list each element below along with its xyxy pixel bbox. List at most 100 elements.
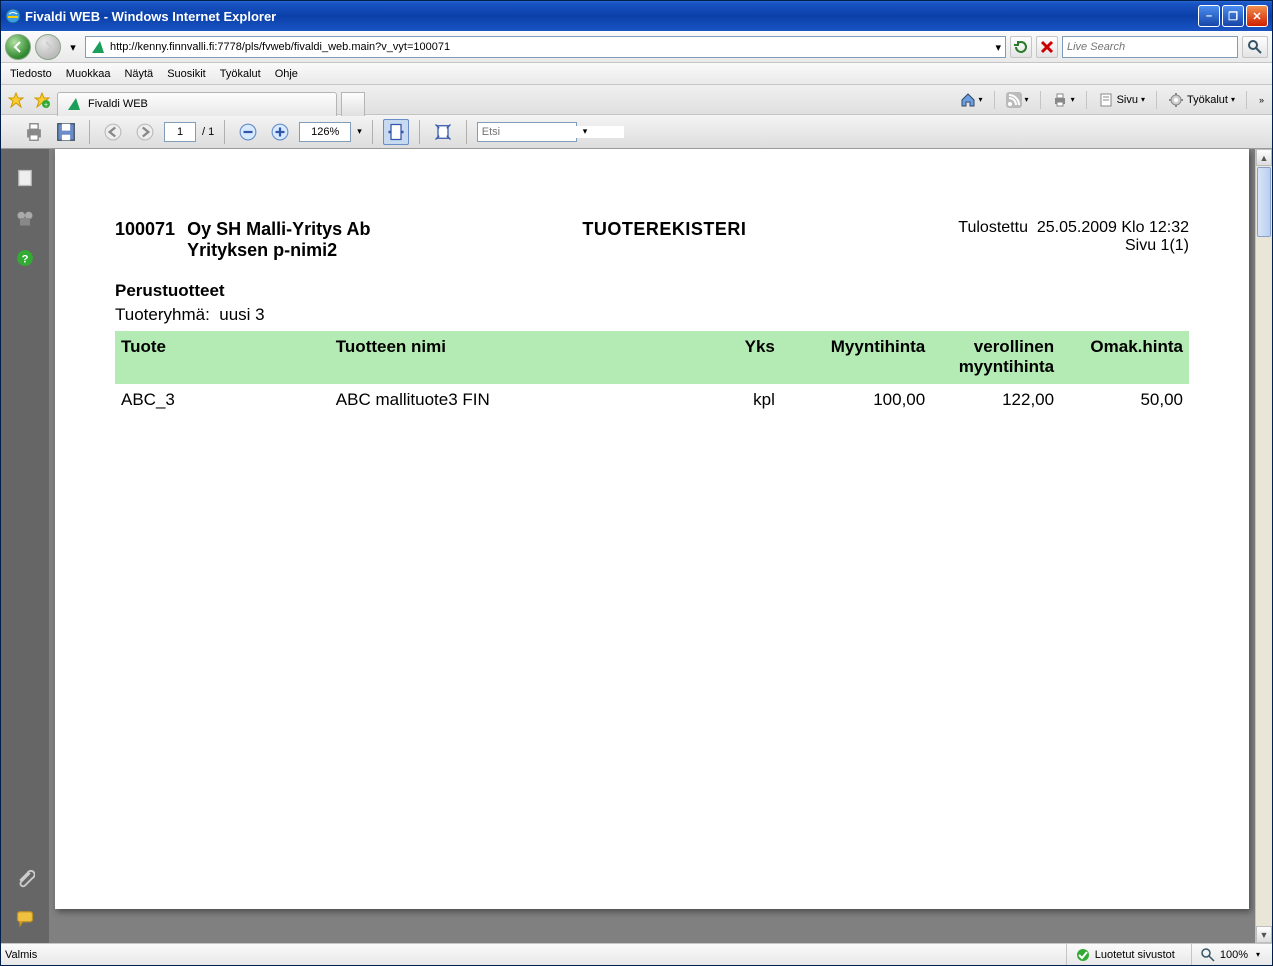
attachments-panel-icon[interactable] — [14, 867, 36, 889]
report-printed-value: 25.05.2009 Klo 12:32 — [1037, 219, 1189, 236]
tabs-toolbar: + Fivaldi WEB ▾ ▾ ▾ Sivu ▾ — [1, 85, 1272, 115]
cell-price: 100,00 — [781, 384, 931, 417]
svg-text:+: + — [44, 102, 48, 108]
pdf-find-dropdown[interactable]: ▾ — [583, 126, 588, 137]
tools-menu-label: Työkalut — [1187, 94, 1228, 106]
table-row: ABC_3 ABC mallituote3 FIN kpl 100,00 122… — [115, 384, 1189, 417]
search-input[interactable] — [1067, 41, 1233, 53]
cell-cost: 50,00 — [1060, 384, 1189, 417]
stop-button[interactable] — [1036, 36, 1058, 58]
search-box[interactable] — [1062, 36, 1238, 58]
report-org-name2: Yrityksen p-nimi2 — [187, 240, 370, 261]
menu-ohje[interactable]: Ohje — [268, 65, 305, 83]
home-button[interactable]: ▾ — [957, 90, 986, 110]
menu-tyokalut[interactable]: Työkalut — [213, 65, 268, 83]
col-yks: Yks — [695, 331, 781, 384]
pdf-next-page-button[interactable] — [132, 119, 158, 145]
status-zoom-label: 100% — [1220, 949, 1248, 961]
scroll-track[interactable] — [1256, 238, 1272, 926]
maximize-button[interactable]: ❐ — [1222, 5, 1244, 27]
pdf-find-box[interactable] — [477, 122, 577, 142]
back-button[interactable] — [5, 34, 31, 60]
status-text: Valmis — [5, 949, 37, 961]
pdf-page-total: / 1 — [202, 126, 214, 138]
pdf-fit-width-button[interactable] — [383, 119, 409, 145]
pdf-zoom-dropdown[interactable]: ▾ — [357, 126, 362, 137]
pdf-toolbar: / 1 ▾ ▾ — [1, 115, 1272, 149]
pdf-print-button[interactable] — [21, 119, 47, 145]
status-zoom-cell[interactable]: 100% ▾ — [1191, 944, 1268, 965]
address-dropdown-icon[interactable]: ▾ — [995, 41, 1001, 54]
pdf-prev-page-button[interactable] — [100, 119, 126, 145]
status-security-label: Luotetut sivustot — [1095, 949, 1175, 961]
toolbar-chevron[interactable]: » — [1255, 95, 1268, 105]
page-menu-button[interactable]: Sivu ▾ — [1095, 90, 1148, 110]
report-printed-label: Tulostettu — [958, 219, 1028, 236]
report-page: 100071 Oy SH Malli-Yritys Ab Yrityksen p… — [55, 149, 1249, 909]
report-group-label: Tuoteryhmä: — [115, 305, 210, 324]
pdf-zoom-in-button[interactable] — [267, 119, 293, 145]
menu-bar: Tiedosto Muokkaa Näytä Suosikit Työkalut… — [1, 63, 1272, 85]
col-omakhinta: Omak.hinta — [1060, 331, 1189, 384]
refresh-button[interactable] — [1010, 36, 1032, 58]
close-button[interactable]: ✕ — [1246, 5, 1268, 27]
scroll-down-button[interactable]: ▼ — [1256, 926, 1272, 943]
tab-fivaldi-web[interactable]: Fivaldi WEB — [57, 92, 337, 116]
report-org-code: 100071 — [115, 219, 175, 261]
help-panel-icon[interactable]: ? — [14, 247, 36, 269]
tab-label: Fivaldi WEB — [88, 98, 148, 110]
window-title: Fivaldi WEB - Windows Internet Explorer — [25, 9, 1196, 24]
pdf-save-button[interactable] — [53, 119, 79, 145]
forward-button[interactable] — [35, 34, 61, 60]
scroll-up-button[interactable]: ▲ — [1256, 149, 1272, 166]
pages-panel-icon[interactable] — [14, 167, 36, 189]
fivaldi-favicon — [90, 39, 106, 55]
document-viewport[interactable]: 100071 Oy SH Malli-Yritys Ab Yrityksen p… — [49, 149, 1255, 943]
search-go-button[interactable] — [1242, 36, 1268, 58]
bookmarks-panel-icon[interactable] — [14, 207, 36, 229]
add-favorite-button[interactable]: + — [31, 89, 53, 111]
nav-history-dropdown[interactable]: ▾ — [65, 34, 81, 60]
address-input[interactable] — [110, 41, 991, 53]
status-bar: Valmis Luotetut sivustot 100% ▾ — [1, 943, 1272, 965]
cell-price-vat: 122,00 — [931, 384, 1060, 417]
report-group-value: uusi 3 — [219, 305, 264, 324]
pdf-find-input[interactable] — [482, 126, 624, 138]
menu-suosikit[interactable]: Suosikit — [160, 65, 213, 83]
col-tuotteen-nimi: Tuotteen nimi — [330, 331, 695, 384]
new-tab-button[interactable] — [341, 92, 365, 116]
report-table: Tuote Tuotteen nimi Yks Myyntihinta vero… — [115, 331, 1189, 416]
print-button[interactable]: ▾ — [1049, 90, 1078, 110]
address-bar[interactable]: ▾ — [85, 36, 1006, 58]
content-area: ? 100071 Oy SH Malli-Yritys Ab Yrit — [1, 149, 1272, 943]
report-section-title: Perustuotteet — [115, 281, 1189, 301]
col-myyntihinta: Myyntihinta — [781, 331, 931, 384]
minimize-button[interactable]: – — [1198, 5, 1220, 27]
pdf-zoom-input[interactable] — [299, 122, 351, 142]
pdf-fit-page-button[interactable] — [430, 119, 456, 145]
pdf-sidebar: ? — [1, 149, 49, 943]
menu-tiedosto[interactable]: Tiedosto — [3, 65, 59, 83]
comments-panel-icon[interactable] — [14, 907, 36, 929]
page-menu-label: Sivu — [1117, 94, 1138, 106]
window-titlebar: Fivaldi WEB - Windows Internet Explorer … — [1, 1, 1272, 31]
favorites-star-button[interactable] — [5, 89, 27, 111]
cell-unit: kpl — [695, 384, 781, 417]
ie-icon — [5, 8, 21, 24]
col-verollinen-myyntihinta: verollinen myyntihinta — [931, 331, 1060, 384]
nav-toolbar: ▾ ▾ — [1, 31, 1272, 63]
pdf-page-input[interactable] — [164, 122, 196, 142]
col-tuote: Tuote — [115, 331, 330, 384]
svg-text:?: ? — [22, 254, 29, 266]
vertical-scrollbar[interactable]: ▲ ▼ — [1255, 149, 1272, 943]
menu-muokkaa[interactable]: Muokkaa — [59, 65, 118, 83]
status-security-cell[interactable]: Luotetut sivustot — [1066, 944, 1183, 965]
pdf-zoom-out-button[interactable] — [235, 119, 261, 145]
report-page-label: Sivu 1(1) — [958, 237, 1189, 255]
tools-menu-button[interactable]: Työkalut ▾ — [1165, 90, 1238, 110]
feeds-button[interactable]: ▾ — [1003, 90, 1032, 110]
cell-name: ABC mallituote3 FIN — [330, 384, 695, 417]
report-org-name: Oy SH Malli-Yritys Ab — [187, 219, 370, 240]
scroll-thumb[interactable] — [1257, 167, 1271, 237]
menu-nayta[interactable]: Näytä — [117, 65, 160, 83]
